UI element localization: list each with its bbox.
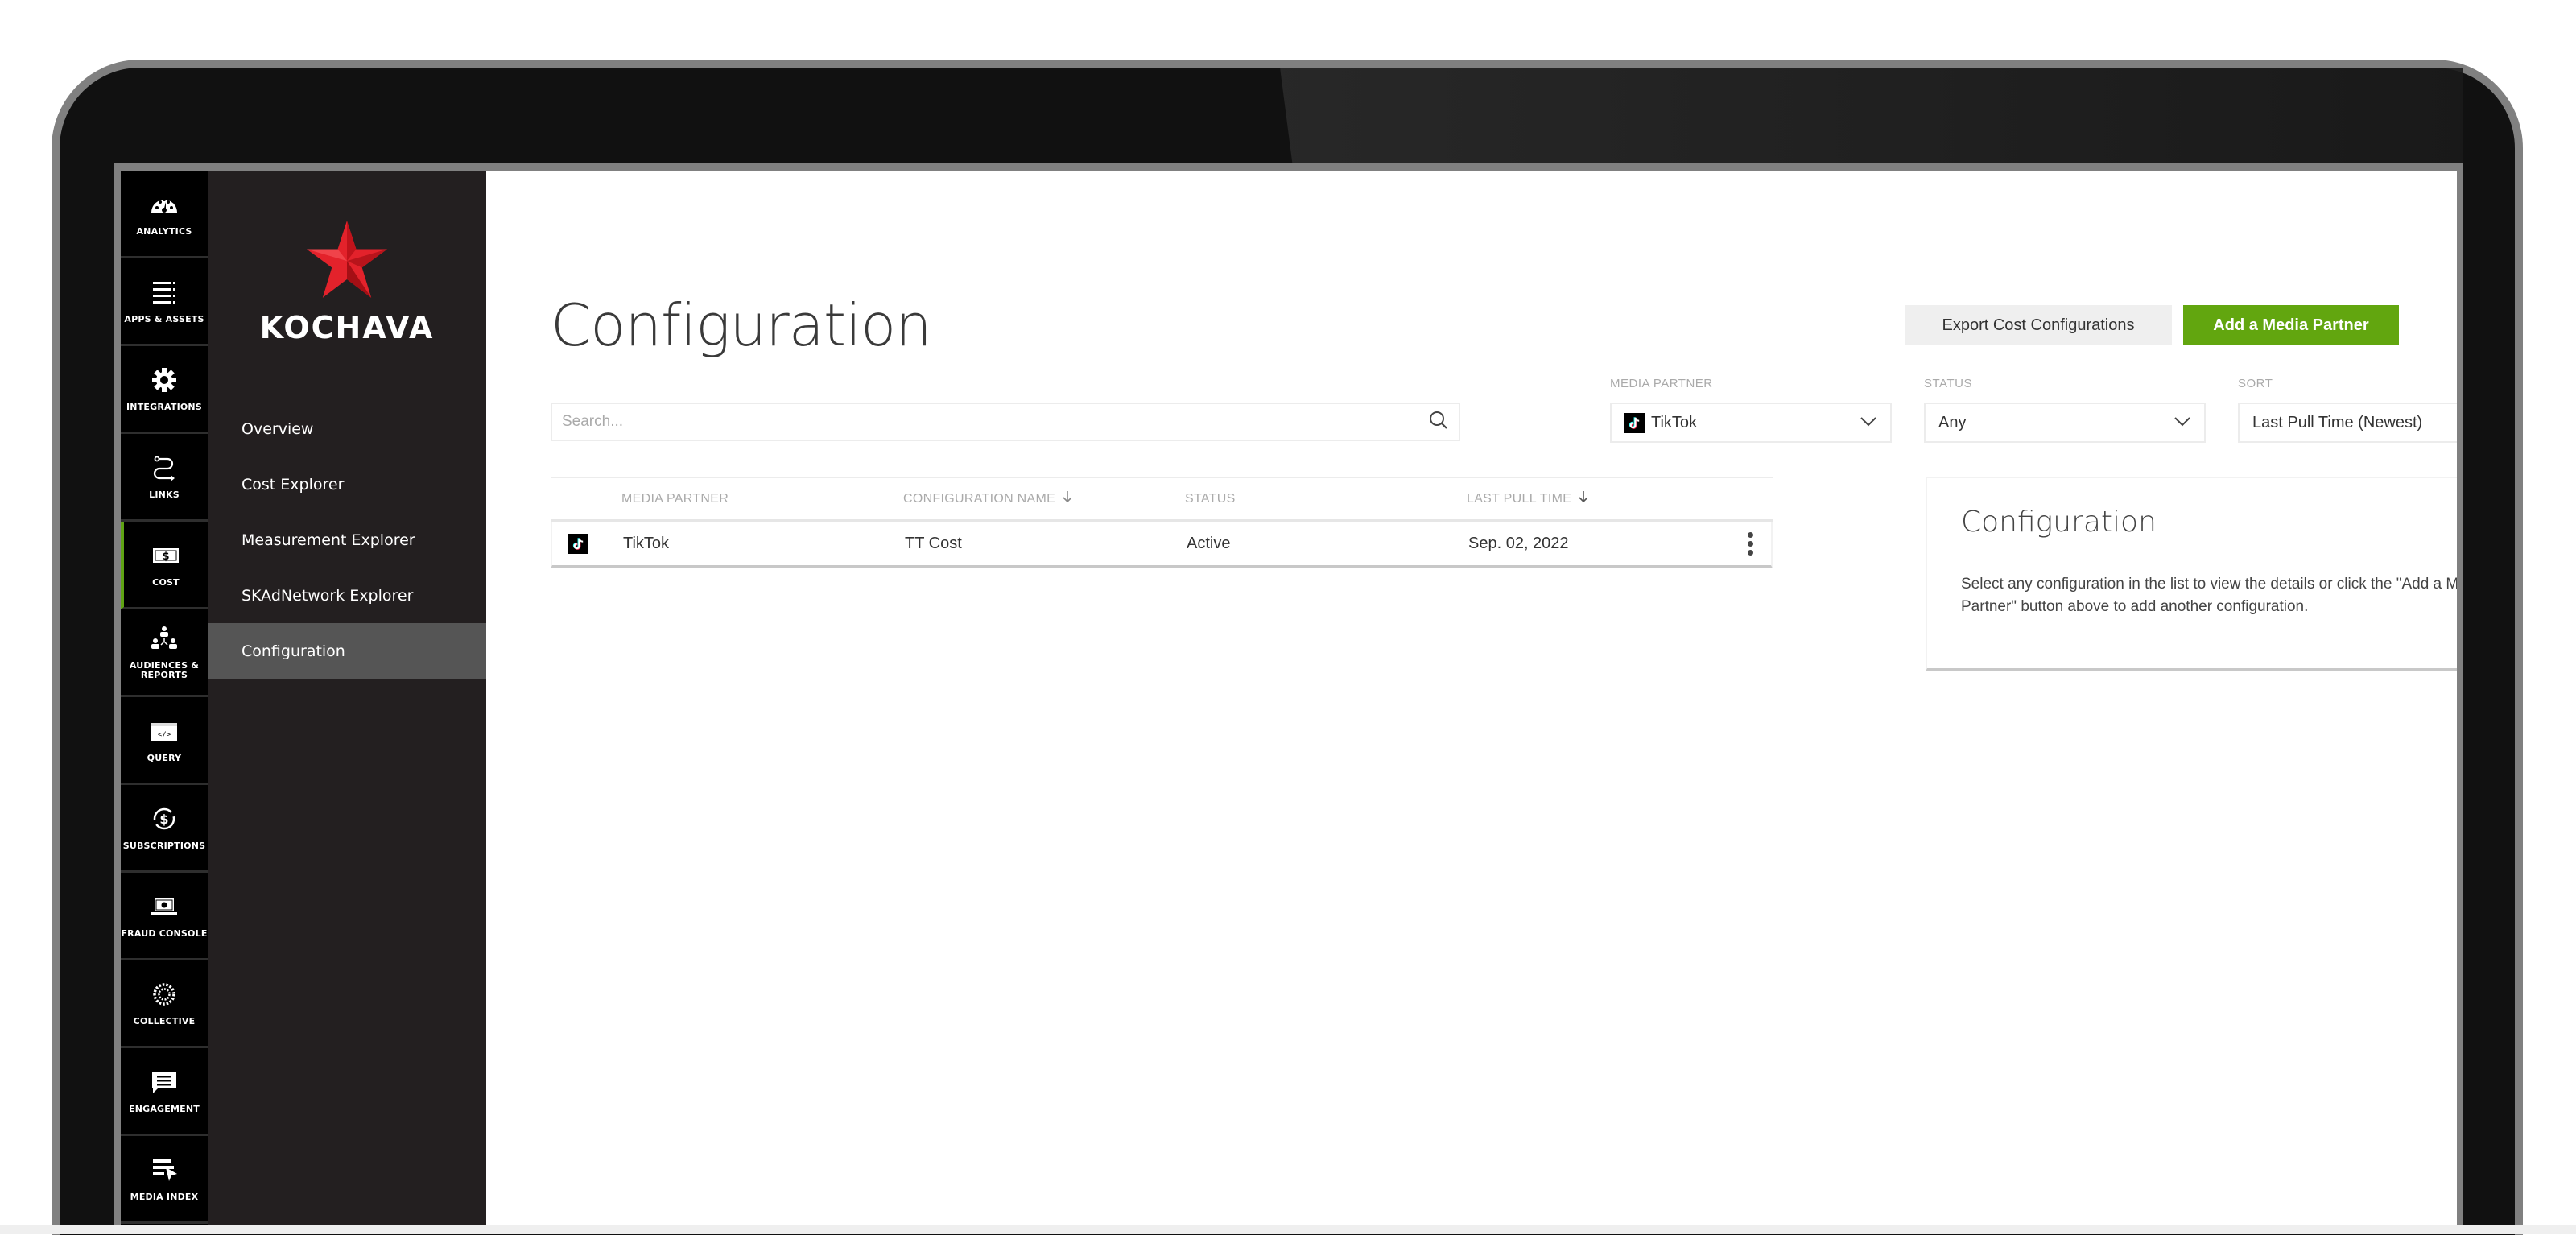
search-icon[interactable] <box>1428 410 1449 435</box>
dots-circle-icon <box>148 980 180 1009</box>
rail-item-media-index[interactable]: MEDIA INDEX <box>121 1136 208 1224</box>
rail-item-engagement[interactable]: ENGAGEMENT <box>121 1048 208 1136</box>
section-nav: KOCHAVA Overview Cost Explorer Measureme… <box>208 171 486 1234</box>
recurring-dollar-icon: $ <box>148 804 180 833</box>
gear-icon <box>148 366 180 394</box>
chevron-down-icon <box>2174 414 2191 432</box>
column-header-label: LAST PULL TIME <box>1467 491 1572 506</box>
table-row[interactable]: TikTok TT Cost Active Sep. 02, 2022 <box>551 522 1773 568</box>
row-icon-cell <box>552 533 623 554</box>
media-partner-filter-label: MEDIA PARTNER <box>1610 377 1713 390</box>
rail-label: LINKS <box>149 489 180 500</box>
column-header-label: CONFIGURATION NAME <box>903 491 1056 506</box>
code-window-icon: </> <box>148 717 180 746</box>
table-header: MEDIA PARTNER CONFIGURATION NAME STATUS … <box>551 477 1773 522</box>
dashboard-gauge-icon <box>148 190 180 219</box>
rail-label: ENGAGEMENT <box>129 1104 200 1114</box>
tiktok-icon <box>568 533 588 554</box>
svg-text:$: $ <box>159 812 168 827</box>
svg-text:</>: </> <box>158 731 171 739</box>
add-media-partner-button[interactable]: Add a Media Partner <box>2183 305 2399 345</box>
nav-item-overview[interactable]: Overview <box>208 401 486 456</box>
panel-title: Configuration <box>1961 506 2157 539</box>
panel-description: Select any configuration in the list to … <box>1961 576 2457 615</box>
app-screen: ANALYTICS APPS & ASSETS INTEGRATIONS LIN… <box>121 171 2457 1234</box>
rail-label: SUBSCRIPTIONS <box>122 841 206 851</box>
rail-item-collective[interactable]: COLLECTIVE <box>121 960 208 1048</box>
rail-label: AUDIENCES & REPORTS <box>129 660 200 680</box>
rail-item-links[interactable]: LINKS <box>121 434 208 522</box>
configuration-detail-panel: Configuration Select any configuration i… <box>1926 477 2457 671</box>
rail-item-analytics[interactable]: ANALYTICS <box>121 171 208 258</box>
column-header-label: STATUS <box>1185 491 1236 506</box>
cell-media-partner: TikTok <box>623 534 670 552</box>
export-cost-configurations-button[interactable]: Export Cost Configurations <box>1905 305 2172 345</box>
cell-configuration-name: TT Cost <box>905 534 962 552</box>
org-chart-icon <box>148 624 180 653</box>
laptop-alert-icon <box>148 892 180 921</box>
rail-item-audiences-reports[interactable]: AUDIENCES & REPORTS <box>121 609 208 697</box>
media-partner-value: TikTok <box>1651 413 1698 432</box>
list-cursor-icon <box>148 1155 180 1184</box>
screen-bottom-edge <box>0 1225 2576 1234</box>
configurations-table: MEDIA PARTNER CONFIGURATION NAME STATUS … <box>551 477 1773 568</box>
nav-item-cost-explorer[interactable]: Cost Explorer <box>208 456 486 512</box>
cell-last-pull-time: Sep. 02, 2022 <box>1468 534 1569 552</box>
nav-item-configuration[interactable]: Configuration <box>208 623 486 679</box>
search-field[interactable] <box>551 403 1460 441</box>
rail-label: QUERY <box>147 753 182 763</box>
status-select[interactable]: Any <box>1924 403 2206 443</box>
nav-item-measurement-explorer[interactable]: Measurement Explorer <box>208 512 486 568</box>
rail-item-integrations[interactable]: INTEGRATIONS <box>121 346 208 434</box>
sort-select[interactable]: Last Pull Time (Newest) <box>2238 403 2457 443</box>
list-icon <box>148 278 180 307</box>
column-header-configuration-name[interactable]: CONFIGURATION NAME <box>903 490 1185 507</box>
page-title: Configuration <box>551 291 932 359</box>
nav-item-skadnetwork-explorer[interactable]: SKAdNetwork Explorer <box>208 568 486 623</box>
status-value: Any <box>1938 413 1967 432</box>
icon-rail: ANALYTICS APPS & ASSETS INTEGRATIONS LIN… <box>121 171 208 1234</box>
row-actions-cell <box>1742 531 1771 556</box>
link-path-icon <box>148 453 180 482</box>
brand-logo[interactable]: KOCHAVA <box>208 219 486 345</box>
sort-arrow-down-icon <box>1055 490 1073 507</box>
rail-item-subscriptions[interactable]: $ SUBSCRIPTIONS <box>121 785 208 873</box>
rail-label: COLLECTIVE <box>133 1016 196 1026</box>
rail-item-query[interactable]: </> QUERY <box>121 697 208 785</box>
column-header-media-partner[interactable]: MEDIA PARTNER <box>621 492 903 506</box>
star-logo-icon <box>307 221 387 298</box>
rail-label: APPS & ASSETS <box>124 314 204 324</box>
column-header-last-pull-time[interactable]: LAST PULL TIME <box>1467 490 1740 507</box>
status-filter-label: STATUS <box>1924 377 1972 390</box>
rail-label: MEDIA INDEX <box>130 1192 199 1202</box>
rail-label: ANALYTICS <box>136 226 192 237</box>
rail-label: FRAUD CONSOLE <box>121 928 208 939</box>
dollar-bill-icon: $ <box>150 541 182 570</box>
main-content: Configuration Export Cost Configurations… <box>486 171 2457 1234</box>
tiktok-icon <box>1624 412 1645 433</box>
search-input[interactable] <box>562 413 1428 431</box>
svg-text:$: $ <box>162 551 169 563</box>
column-header-status[interactable]: STATUS <box>1185 492 1467 506</box>
rail-label: INTEGRATIONS <box>126 402 202 412</box>
kebab-menu-icon[interactable] <box>1748 531 1753 556</box>
column-header-label: MEDIA PARTNER <box>621 491 729 506</box>
cell-status: Active <box>1187 534 1231 552</box>
media-partner-select[interactable]: TikTok <box>1610 403 1892 443</box>
chevron-down-icon <box>1860 414 1877 432</box>
rail-label: COST <box>152 577 180 588</box>
rail-item-cost[interactable]: $ COST <box>121 522 208 609</box>
rail-item-fraud-console[interactable]: FRAUD CONSOLE <box>121 873 208 960</box>
sort-arrow-down-icon <box>1571 490 1589 507</box>
brand-name: KOCHAVA <box>259 310 435 345</box>
sort-value: Last Pull Time (Newest) <box>2252 413 2423 432</box>
sort-filter-label: SORT <box>2238 377 2273 390</box>
chat-bubble-icon <box>148 1068 180 1097</box>
section-nav-list: Overview Cost Explorer Measurement Explo… <box>208 401 486 679</box>
rail-item-apps-assets[interactable]: APPS & ASSETS <box>121 258 208 346</box>
